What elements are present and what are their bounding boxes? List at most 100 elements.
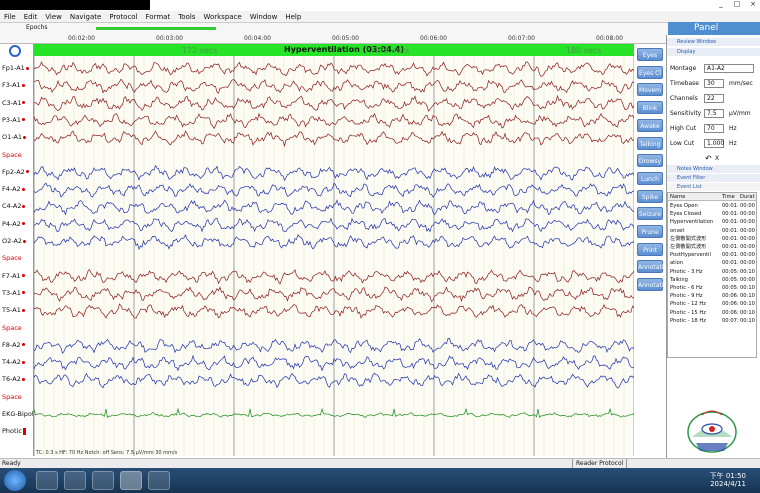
annotation-button[interactable]: Spike <box>637 189 663 203</box>
montage-select[interactable]: A1-A2 <box>704 64 754 73</box>
menu-workspace[interactable]: Workspace <box>203 13 241 21</box>
channel-label[interactable]: T5-A1 <box>2 306 25 314</box>
channel-marker-icon <box>22 204 26 208</box>
hv-secs: 180 secs <box>566 46 602 55</box>
annotation-button[interactable]: Talking <box>637 136 663 150</box>
menu-window[interactable]: Window <box>250 13 278 21</box>
timeline-strip[interactable]: Epochs 00:02:00 00:03:00 00:04:00 00:05:… <box>0 23 668 44</box>
channel-label[interactable]: P4-A2 <box>2 220 25 228</box>
event-table[interactable]: Name Time Durat Eyes Open 00:01: 00:00 Eyes… <box>667 192 757 358</box>
event-row[interactable]: Hyperventilation 00:01: 00:00 <box>668 218 756 226</box>
review-window-header[interactable]: Review Window <box>667 38 760 46</box>
sensitivity-select[interactable]: 7.5 <box>704 109 724 118</box>
clear-icon[interactable]: X <box>715 155 719 162</box>
hospital-logo <box>687 410 737 453</box>
channel-label[interactable]: C4-A2 <box>2 202 26 210</box>
settings-icon[interactable] <box>9 45 21 57</box>
channel-label[interactable]: Space <box>2 151 22 159</box>
annotation-button[interactable]: Movem <box>637 83 663 97</box>
event-row[interactable]: Photic - 9 Hz 00:06: 00:10 <box>668 292 756 300</box>
annotation-button[interactable]: Annotati <box>637 278 663 292</box>
annotation-button[interactable]: Drowsy <box>637 154 663 168</box>
channel-label[interactable]: T3-A1 <box>2 289 25 297</box>
chrome-icon[interactable] <box>92 471 114 490</box>
annotation-button[interactable]: Awake <box>637 118 663 132</box>
start-button[interactable] <box>4 470 26 491</box>
highcut-select[interactable]: 70 <box>704 124 724 133</box>
event-cell: 00:00 <box>740 227 755 234</box>
channel-label[interactable]: F7-A1 <box>2 272 25 280</box>
window-icon[interactable] <box>148 471 170 490</box>
event-row[interactable]: Photic - 15 Hz 00:06: 00:10 <box>668 309 756 317</box>
annotation-button[interactable]: Seizure <box>637 207 663 221</box>
menu-navigate[interactable]: Navigate <box>70 13 101 21</box>
channel-label[interactable]: Photic <box>2 427 26 435</box>
menu-view[interactable]: View <box>45 13 62 21</box>
notes-header[interactable]: Notes Window <box>667 165 760 173</box>
event-row[interactable]: Photic - 18 Hz 00:07: 00:10 <box>668 317 756 325</box>
annotation-button[interactable]: Blink <box>637 101 663 115</box>
event-filter-header[interactable]: Event Filter <box>667 174 760 182</box>
channel-label[interactable]: C3-A1 <box>2 99 26 107</box>
event-row[interactable]: ation 00:01: 00:00 <box>668 259 756 267</box>
event-row[interactable]: Photic - 3 Hz 00:05: 00:10 <box>668 268 756 276</box>
channel-label[interactable]: Space <box>2 393 22 401</box>
maximize-button[interactable]: □ <box>730 0 744 9</box>
close-button[interactable]: × <box>746 0 760 9</box>
annotation-button[interactable]: Eyes Cl <box>637 65 663 79</box>
annotation-button[interactable]: Annotati <box>637 260 663 274</box>
display-header[interactable]: Display <box>667 48 760 56</box>
menu-help[interactable]: Help <box>285 13 301 21</box>
channel-label[interactable]: O1-A1 <box>2 133 27 141</box>
lowcut-select[interactable]: 1.000 <box>704 139 724 148</box>
channel-label[interactable]: F3-A1 <box>2 81 25 89</box>
channel-label[interactable]: F8-A2 <box>2 341 25 349</box>
col-time[interactable]: Time <box>722 193 735 200</box>
folder-icon[interactable] <box>64 471 86 490</box>
event-row[interactable]: PostHyperventil 00:01: 00:00 <box>668 251 756 259</box>
event-row[interactable]: 左側散開式波形 00:01: 00:00 <box>668 235 756 243</box>
channel-label[interactable]: Space <box>2 324 22 332</box>
event-row[interactable]: Talking 00:05: 00:00 <box>668 276 756 284</box>
menu-protocol[interactable]: Protocol <box>109 13 137 21</box>
panel-tab[interactable]: Panel <box>668 22 760 35</box>
channels-select[interactable]: 22 <box>704 94 724 103</box>
eeg-app-icon[interactable] <box>120 471 142 490</box>
hyperventilation-bar: Hyperventilation (03:04.4) 172 secs 176 … <box>34 44 634 56</box>
channel-label[interactable]: T4-A2 <box>2 358 25 366</box>
annotation-buttons: Eyes OpEyes Cl Movem Blink Awake Talking Drow… <box>635 44 665 456</box>
menu-edit[interactable]: Edit <box>24 13 38 21</box>
annotation-button[interactable]: Prune <box>637 225 663 238</box>
minimize-button[interactable]: _ <box>714 0 728 9</box>
eeg-waveform-area[interactable] <box>34 56 634 456</box>
annotation-button[interactable]: Lunch <box>637 171 663 185</box>
explorer-icon[interactable] <box>36 471 58 490</box>
menu-tools[interactable]: Tools <box>178 13 195 21</box>
channel-label[interactable]: P3-A1 <box>2 116 25 124</box>
channel-label[interactable]: T6-A2 <box>2 375 25 383</box>
col-name[interactable]: Name <box>670 193 685 200</box>
menu-format[interactable]: Format <box>146 13 171 21</box>
annotation-button[interactable]: Eyes Op <box>637 48 663 72</box>
channel-label[interactable]: Fp2-A2 <box>2 168 29 176</box>
system-clock[interactable]: 下午 01:50 2024/4/11 <box>710 472 746 488</box>
event-row[interactable]: Photic - 6 Hz 00:05: 00:10 <box>668 284 756 292</box>
event-row[interactable]: onset 00:01: 00:00 <box>668 227 756 235</box>
timebase-select[interactable]: 30 <box>704 79 724 88</box>
event-cell: Photic - 9 Hz <box>670 293 703 300</box>
col-duration[interactable]: Durat <box>740 193 755 200</box>
timeline-tick: 00:08:00 <box>596 35 623 42</box>
menu-file[interactable]: File <box>4 13 16 21</box>
event-cell: 00:05: <box>722 285 739 291</box>
event-cell: 00:00 <box>740 276 755 283</box>
channel-label[interactable]: O2-A2 <box>2 237 27 245</box>
channel-label[interactable]: Fp1-A1 <box>2 64 29 72</box>
event-row[interactable]: Eyes Open 00:01: 00:00 <box>668 202 756 210</box>
event-row[interactable]: Photic - 12 Hz 00:06: 00:10 <box>668 300 756 308</box>
channel-label[interactable]: Space <box>2 254 22 262</box>
event-row[interactable]: Eyes Closed 00:01: 00:00 <box>668 210 756 218</box>
undo-icon[interactable]: ↶ <box>705 154 712 163</box>
annotation-button[interactable]: Print <box>637 242 663 256</box>
event-row[interactable]: 左側散開式波形 00:01: 00:00 <box>668 243 756 251</box>
channel-label[interactable]: F4-A2 <box>2 185 25 193</box>
